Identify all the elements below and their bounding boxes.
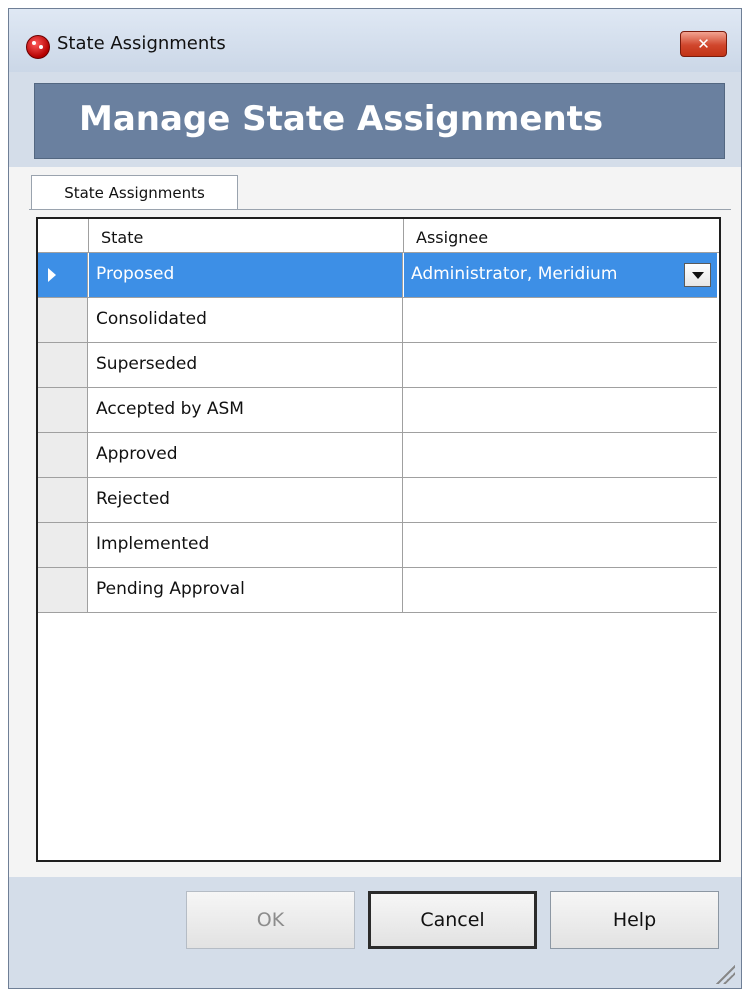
row-selector[interactable] xyxy=(38,523,88,567)
assignee-cell[interactable] xyxy=(404,478,717,522)
assignee-cell[interactable] xyxy=(404,343,717,387)
close-button[interactable]: ✕ xyxy=(680,31,727,57)
title-bar[interactable]: State Assignments ✕ xyxy=(9,9,741,72)
row-selector[interactable] xyxy=(38,478,88,522)
cancel-button[interactable]: Cancel xyxy=(368,891,537,949)
assignee-cell[interactable]: Administrator, Meridium xyxy=(404,253,717,297)
help-button[interactable]: Help xyxy=(550,891,719,949)
table-row[interactable]: Rejected xyxy=(38,478,717,523)
window-title: State Assignments xyxy=(57,33,226,54)
content-area: State Assignments State Assignee Propose… xyxy=(9,167,741,877)
row-selector[interactable] xyxy=(38,433,88,477)
grid-header: State Assignee xyxy=(38,219,719,253)
state-value: Pending Approval xyxy=(96,579,245,599)
assignee-cell[interactable] xyxy=(404,298,717,342)
table-row[interactable]: Accepted by ASM xyxy=(38,388,717,433)
row-pointer-icon xyxy=(48,268,56,282)
state-value: Proposed xyxy=(96,264,175,284)
assignee-cell[interactable] xyxy=(404,433,717,477)
state-value: Superseded xyxy=(96,354,198,374)
table-row[interactable]: Superseded xyxy=(38,343,717,388)
state-assignments-grid: State Assignee Proposed Administrator, M… xyxy=(36,217,721,862)
assignee-dropdown-button[interactable] xyxy=(684,263,711,287)
close-icon: ✕ xyxy=(697,35,710,53)
column-header-label: Assignee xyxy=(416,228,489,247)
tab-state-assignments[interactable]: State Assignments xyxy=(31,175,238,209)
assignee-cell[interactable] xyxy=(404,568,717,612)
page-title: Manage State Assignments xyxy=(79,99,604,139)
dialog-window: State Assignments ✕ Manage State Assignm… xyxy=(8,8,742,989)
state-cell[interactable]: Rejected xyxy=(89,478,403,522)
table-row[interactable]: Pending Approval xyxy=(38,568,717,613)
row-selector[interactable] xyxy=(38,388,88,432)
tab-divider xyxy=(29,209,731,210)
button-bar: OK Cancel Help xyxy=(9,877,741,988)
table-row[interactable]: Implemented xyxy=(38,523,717,568)
table-row[interactable]: Approved xyxy=(38,433,717,478)
row-selector[interactable] xyxy=(38,343,88,387)
app-icon xyxy=(26,35,50,59)
row-selector-header xyxy=(38,219,89,252)
row-selector[interactable] xyxy=(38,568,88,612)
state-value: Rejected xyxy=(96,489,170,509)
column-header-state[interactable]: State xyxy=(89,219,404,252)
state-value: Consolidated xyxy=(96,309,207,329)
state-value: Implemented xyxy=(96,534,210,554)
state-value: Approved xyxy=(96,444,178,464)
column-header-assignee[interactable]: Assignee xyxy=(404,219,717,252)
row-selector[interactable] xyxy=(38,253,88,297)
header-banner: Manage State Assignments xyxy=(34,83,725,159)
state-cell[interactable]: Approved xyxy=(89,433,403,477)
state-cell[interactable]: Implemented xyxy=(89,523,403,567)
row-selector[interactable] xyxy=(38,298,88,342)
resize-grip-icon[interactable] xyxy=(711,960,735,984)
state-cell[interactable]: Accepted by ASM xyxy=(89,388,403,432)
table-row[interactable]: Consolidated xyxy=(38,298,717,343)
state-cell[interactable]: Pending Approval xyxy=(89,568,403,612)
state-cell[interactable]: Superseded xyxy=(89,343,403,387)
assignee-value: Administrator, Meridium xyxy=(411,264,618,284)
state-value: Accepted by ASM xyxy=(96,399,244,419)
table-row[interactable]: Proposed Administrator, Meridium xyxy=(38,253,717,298)
state-cell[interactable]: Proposed xyxy=(89,253,403,297)
ok-button[interactable]: OK xyxy=(186,891,355,949)
assignee-cell[interactable] xyxy=(404,523,717,567)
assignee-cell[interactable] xyxy=(404,388,717,432)
state-cell[interactable]: Consolidated xyxy=(89,298,403,342)
column-header-label: State xyxy=(101,228,144,247)
